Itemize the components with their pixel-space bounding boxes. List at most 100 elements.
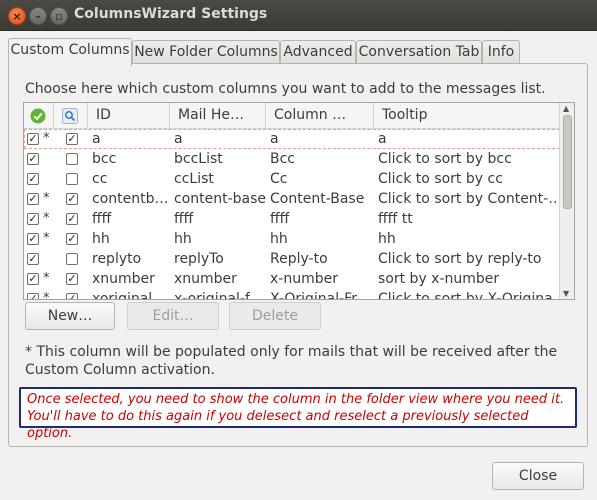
cell-column: X-Original-Fr… bbox=[270, 291, 371, 300]
cell-id: contentb… bbox=[92, 191, 168, 207]
cell-mail-header: replyTo bbox=[174, 251, 224, 267]
cell-id: cc bbox=[92, 171, 108, 187]
cell-tooltip: ffff tt bbox=[378, 211, 413, 227]
cell-mail-header: x-original-f… bbox=[174, 291, 264, 300]
table-row[interactable]: ✓ * ✓ contentb… content-base Content-Bas… bbox=[24, 189, 560, 209]
cell-mail-header: xnumber bbox=[174, 271, 237, 287]
scroll-down-icon[interactable]: ▼ bbox=[563, 289, 569, 298]
table-row[interactable]: ✓ * ✓ hh hh hh hh bbox=[24, 229, 560, 249]
minimize-window-icon[interactable]: – bbox=[29, 7, 47, 25]
cell-tooltip: Click to sort by cc bbox=[378, 171, 503, 187]
cell-tooltip: Click to sort by bcc bbox=[378, 151, 512, 167]
maximize-window-icon[interactable]: ▫ bbox=[50, 7, 68, 25]
enabled-checkbox[interactable]: ✓ bbox=[27, 233, 39, 245]
cell-column: Content-Base bbox=[270, 191, 365, 207]
search-checkbox[interactable]: ✓ bbox=[66, 193, 78, 205]
close-window-icon[interactable]: × bbox=[8, 7, 26, 25]
enabled-checkbox[interactable]: ✓ bbox=[27, 153, 39, 165]
tab-custom-columns[interactable]: Custom Columns bbox=[8, 38, 132, 66]
star-marker: * bbox=[43, 191, 50, 206]
table-row[interactable]: ✓ * ✓ xoriginal… x-original-f… X-Origina… bbox=[24, 289, 560, 300]
star-marker: * bbox=[43, 131, 50, 146]
table-row[interactable]: ✓ * ✓ a a a a bbox=[24, 129, 560, 149]
vertical-scrollbar[interactable]: ▲ ▼ bbox=[559, 103, 574, 299]
search-checkbox[interactable]: ✓ bbox=[66, 213, 78, 225]
tab-conversation-tab[interactable]: Conversation Tab bbox=[356, 40, 482, 64]
enabled-checkbox[interactable]: ✓ bbox=[27, 173, 39, 185]
star-marker: * bbox=[43, 231, 50, 246]
cell-mail-header: a bbox=[174, 131, 183, 147]
star-marker: * bbox=[43, 291, 50, 300]
table-header: ID Mail He… Column … Tooltip bbox=[24, 103, 560, 129]
enabled-checkbox[interactable]: ✓ bbox=[27, 133, 39, 145]
activation-note: * This column will be populated only for… bbox=[25, 344, 558, 378]
search-checkbox[interactable] bbox=[66, 153, 78, 165]
edit-button[interactable]: Edit… bbox=[127, 302, 219, 330]
delete-button[interactable]: Delete bbox=[229, 302, 321, 330]
search-icon bbox=[62, 108, 78, 124]
search-checkbox[interactable]: ✓ bbox=[66, 273, 78, 285]
cell-column: ffff bbox=[270, 211, 290, 227]
new-button[interactable]: New… bbox=[25, 302, 115, 330]
cell-tooltip: a bbox=[378, 131, 387, 147]
search-checkbox[interactable]: ✓ bbox=[66, 233, 78, 245]
header-enabled[interactable] bbox=[24, 103, 54, 129]
search-checkbox[interactable] bbox=[66, 253, 78, 265]
enabled-checkbox[interactable]: ✓ bbox=[27, 193, 39, 205]
header-mail-header[interactable]: Mail He… bbox=[170, 103, 266, 129]
custom-columns-table[interactable]: ID Mail He… Column … Tooltip ✓ * ✓ a a a… bbox=[23, 102, 575, 300]
intro-text: Choose here which custom columns you wan… bbox=[25, 81, 546, 97]
header-tooltip[interactable]: Tooltip bbox=[374, 103, 560, 129]
cell-tooltip: hh bbox=[378, 231, 396, 247]
cell-column: x-number bbox=[270, 271, 338, 287]
window-title: ColumnsWizard Settings bbox=[74, 6, 268, 22]
cell-column: Reply-to bbox=[270, 251, 328, 267]
title-bar: × – ▫ ColumnsWizard Settings bbox=[0, 0, 597, 31]
table-row[interactable]: ✓ * ✓ xnumber xnumber x-number sort by x… bbox=[24, 269, 560, 289]
table-row[interactable]: ✓ replyto replyTo Reply-to Click to sort… bbox=[24, 249, 560, 269]
tab-new-folder-columns[interactable]: New Folder Columns bbox=[132, 40, 280, 64]
scroll-up-icon[interactable]: ▲ bbox=[563, 104, 569, 113]
cell-id: a bbox=[92, 131, 101, 147]
cell-mail-header: content-base bbox=[174, 191, 266, 207]
cell-tooltip: Click to sort by Content-… bbox=[378, 191, 558, 207]
header-column[interactable]: Column … bbox=[266, 103, 374, 129]
enabled-checkbox[interactable]: ✓ bbox=[27, 293, 39, 299]
cell-id: xnumber bbox=[92, 271, 155, 287]
star-marker: * bbox=[43, 211, 50, 226]
cell-id: replyto bbox=[92, 251, 142, 267]
cell-id: xoriginal… bbox=[92, 291, 167, 300]
close-button[interactable]: Close bbox=[492, 462, 584, 490]
check-circle-icon bbox=[30, 108, 46, 124]
enabled-checkbox[interactable]: ✓ bbox=[27, 253, 39, 265]
cell-tooltip: Click to sort by X-Origina… bbox=[378, 291, 558, 300]
header-id[interactable]: ID bbox=[88, 103, 170, 129]
cell-tooltip: sort by x-number bbox=[378, 271, 500, 287]
cell-column: hh bbox=[270, 231, 288, 247]
search-checkbox[interactable]: ✓ bbox=[66, 133, 78, 145]
custom-columns-panel: Choose here which custom columns you wan… bbox=[8, 63, 588, 447]
cell-mail-header: bccList bbox=[174, 151, 223, 167]
header-search[interactable] bbox=[54, 103, 88, 129]
enabled-checkbox[interactable]: ✓ bbox=[27, 213, 39, 225]
search-checkbox[interactable] bbox=[66, 173, 78, 185]
table-row[interactable]: ✓ * ✓ ffff ffff ffff ffff tt bbox=[24, 209, 560, 229]
scrollbar-thumb[interactable] bbox=[563, 115, 572, 209]
table-row[interactable]: ✓ bcc bccList Bcc Click to sort by bcc bbox=[24, 149, 560, 169]
cell-mail-header: ffff bbox=[174, 211, 194, 227]
cell-column: Bcc bbox=[270, 151, 295, 167]
tab-info[interactable]: Info bbox=[482, 40, 520, 64]
enabled-checkbox[interactable]: ✓ bbox=[27, 273, 39, 285]
cell-id: ffff bbox=[92, 211, 112, 227]
tab-advanced[interactable]: Advanced bbox=[280, 40, 356, 64]
warning-box: Once selected, you need to show the colu… bbox=[19, 387, 577, 441]
cell-mail-header: ccList bbox=[174, 171, 214, 187]
cell-id: bcc bbox=[92, 151, 117, 167]
cell-column: Cc bbox=[270, 171, 288, 187]
search-checkbox[interactable]: ✓ bbox=[66, 293, 78, 299]
star-marker: * bbox=[43, 271, 50, 286]
cell-id: hh bbox=[92, 231, 110, 247]
cell-column: a bbox=[270, 131, 279, 147]
table-row[interactable]: ✓ cc ccList Cc Click to sort by cc bbox=[24, 169, 560, 189]
cell-tooltip: Click to sort by reply-to bbox=[378, 251, 542, 267]
